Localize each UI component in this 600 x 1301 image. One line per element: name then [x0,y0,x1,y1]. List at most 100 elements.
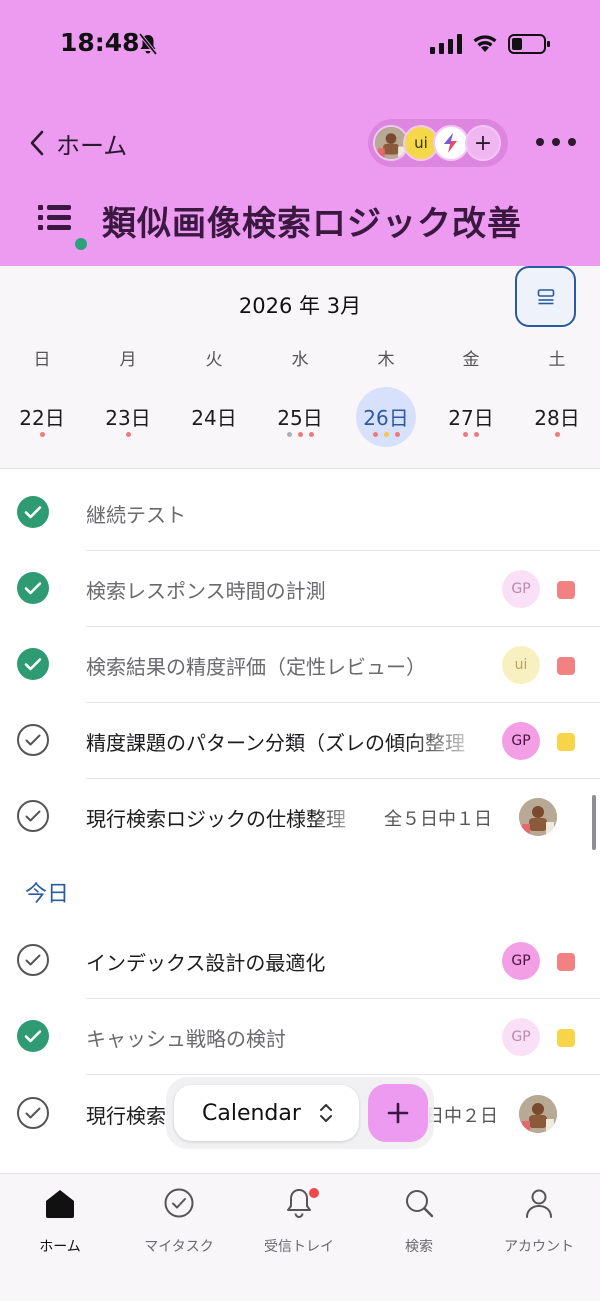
notification-badge [309,1188,319,1198]
day-26-selected[interactable]: 26日 [354,402,418,431]
weekday-label: 水 [291,350,309,370]
check-circle-icon [164,1188,194,1218]
task-checkbox[interactable] [17,944,49,976]
tab-label: 検索 [405,1239,433,1255]
task-title: 現行検索ロジックの仕様整理 [86,807,346,831]
home-icon [46,1190,74,1218]
tab-bar: ホーム マイタスク 受信トレイ 検索 アカウント [0,1173,600,1301]
collapse-rows-icon [537,288,554,304]
day-24[interactable]: 24日 [182,402,246,431]
task-title: 継続テスト [86,503,186,527]
view-toggle-button[interactable] [515,266,576,327]
priority-flag[interactable] [557,733,575,751]
day-22[interactable]: 22日 [10,402,74,431]
task-dot [125,432,131,437]
more-options-button[interactable] [536,132,578,152]
day-25[interactable]: 25日 [268,402,332,431]
task-progress: 日中２日 [426,1106,498,1127]
task-row[interactable]: 検索結果の精度評価（定性レビュー） ui [0,626,600,703]
priority-flag[interactable] [557,1029,575,1047]
task-dot [383,432,389,437]
task-checkbox[interactable] [17,724,49,756]
battery-icon [508,34,550,54]
task-row[interactable]: 検索レスポンス時間の計測 GP [0,550,600,627]
view-selector-label: Calendar [202,1100,301,1126]
assignee-avatar-photo[interactable] [519,798,557,836]
weekday-label: 金 [462,350,480,370]
task-dot [372,432,378,437]
chevron-up-down-icon [319,1104,332,1122]
checkmark-icon [25,734,41,746]
assignee-avatar[interactable]: GP [502,570,540,608]
task-checkbox-done[interactable] [17,496,49,528]
task-row[interactable]: キャッシュ戦略の検討 GP [0,998,600,1075]
assignee-avatar[interactable]: GP [502,942,540,980]
tab-my-tasks[interactable]: マイタスク [129,1186,229,1256]
task-checkbox-done[interactable] [17,648,49,680]
week-calendar: 2026 年 3月 日 月 火 水 木 金 土 22日 23日 24日 25日 … [0,266,600,469]
person-icon [526,1189,552,1218]
day-23[interactable]: 23日 [96,402,160,431]
more-dot-icon [552,138,560,146]
task-row[interactable]: 現行検索ロジックの仕様整理 全５日中１日 [0,778,600,855]
project-header: 18:48 ホーム ui + 類似画像検索ロジック改善 [0,0,600,266]
section-header-today: 今日 [25,882,70,907]
add-member-button[interactable]: + [465,125,501,161]
task-row[interactable]: 精度課題のパターン分類（ズレの傾向整理 GP [0,702,600,779]
back-button[interactable]: ホーム [28,126,127,160]
status-dot [73,236,89,252]
avatar-photo-icon [519,798,557,836]
checkmark-icon [24,658,42,671]
tab-inbox[interactable]: 受信トレイ [249,1186,349,1256]
view-selector[interactable]: Calendar [174,1085,359,1141]
weekday-label: 土 [548,350,566,370]
weekday-label: 火 [205,350,223,370]
assignee-avatar[interactable]: GP [502,1018,540,1056]
plus-icon [387,1102,409,1124]
task-checkbox-done[interactable] [17,572,49,604]
day-27[interactable]: 27日 [439,402,503,431]
weekday-label: 月 [119,350,137,370]
task-checkbox[interactable] [17,800,49,832]
wifi-icon [473,35,497,52]
assignee-avatar[interactable]: ui [502,646,540,684]
more-dot-icon [568,138,576,146]
scrollbar[interactable] [592,795,596,850]
task-row[interactable]: 継続テスト [0,474,600,551]
add-task-button[interactable] [368,1084,428,1142]
priority-flag[interactable] [557,581,575,599]
bell-off-icon [138,33,158,55]
tab-label: 受信トレイ [264,1239,334,1255]
day-task-dots [182,432,246,438]
tab-home[interactable]: ホーム [10,1186,110,1256]
tab-search[interactable]: 検索 [369,1186,469,1256]
chevron-left-icon [30,130,44,156]
day-task-dots [525,432,589,438]
lightning-icon [444,133,457,153]
day-task-dots [439,432,503,438]
assignee-avatar-photo[interactable] [519,1095,557,1133]
tab-account[interactable]: アカウント [489,1186,589,1256]
list-view-icon[interactable] [38,203,72,233]
weekday-label: 木 [377,350,395,370]
weekday-label: 日 [33,350,51,370]
assignee-avatar[interactable]: GP [502,722,540,760]
priority-flag[interactable] [557,953,575,971]
more-dot-icon [536,138,544,146]
floating-toolbar: Calendar [166,1077,434,1149]
member-avatars[interactable]: ui + [368,119,508,167]
checkmark-icon [25,954,41,966]
task-title: インデックス設計の最適化 [86,951,326,975]
task-checkbox[interactable] [17,1097,49,1129]
checkmark-icon [25,1107,41,1119]
member-avatar-zap[interactable] [433,125,469,161]
task-title: 検索結果の精度評価（定性レビュー） [86,655,426,679]
day-28[interactable]: 28日 [525,402,589,431]
task-title: キャッシュ戦略の検討 [86,1027,286,1051]
task-dot [297,432,303,437]
priority-flag[interactable] [557,657,575,675]
task-row[interactable]: インデックス設計の最適化 GP [0,922,600,999]
task-dot [308,432,314,437]
task-checkbox-done[interactable] [17,1020,49,1052]
status-time: 18:48 [60,28,140,57]
